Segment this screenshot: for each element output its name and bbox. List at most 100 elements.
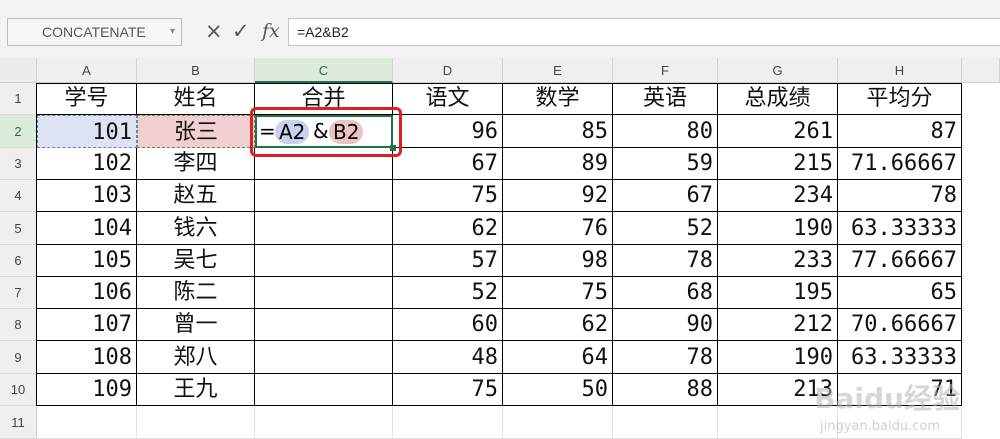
cell-d3[interactable]: 67 <box>393 148 503 180</box>
header-cell-d[interactable]: 语文 <box>393 83 503 115</box>
cell-d8[interactable]: 60 <box>393 309 503 341</box>
cell-e8[interactable]: 62 <box>503 309 613 341</box>
column-header-b[interactable]: B <box>137 58 255 83</box>
cell-d7[interactable]: 52 <box>393 277 503 309</box>
chevron-down-icon[interactable]: ▾ <box>170 19 175 45</box>
cell-e7[interactable]: 75 <box>503 277 613 309</box>
formula-input[interactable]: =A2&B2 <box>288 18 1000 46</box>
cell-e10[interactable]: 50 <box>503 374 613 406</box>
cell-e11[interactable] <box>503 406 613 439</box>
header-cell-f[interactable]: 英语 <box>613 83 718 115</box>
cell-e9[interactable]: 64 <box>503 341 613 374</box>
cell-g3[interactable]: 215 <box>718 148 838 180</box>
cell-g5[interactable]: 190 <box>718 212 838 245</box>
cell-d4[interactable]: 75 <box>393 180 503 212</box>
cell-g6[interactable]: 233 <box>718 245 838 277</box>
cell-b10[interactable]: 王九 <box>137 374 255 406</box>
cell-c7[interactable] <box>255 277 393 309</box>
cell-a7[interactable]: 106 <box>37 277 137 309</box>
header-cell-e[interactable]: 数学 <box>503 83 613 115</box>
check-icon[interactable]: ✓ <box>232 17 250 45</box>
column-header-h[interactable]: H <box>838 58 962 83</box>
cell-c11[interactable] <box>255 406 393 439</box>
select-all-corner[interactable] <box>0 58 37 83</box>
column-header-e[interactable]: E <box>503 58 613 83</box>
cell-g9[interactable]: 190 <box>718 341 838 374</box>
cell-c6[interactable] <box>255 245 393 277</box>
cell-g8[interactable]: 212 <box>718 309 838 341</box>
cell-f3[interactable]: 59 <box>613 148 718 180</box>
row-header-8[interactable]: 8 <box>0 309 37 341</box>
cell-c9[interactable] <box>255 341 393 374</box>
cell-h9[interactable]: 63.33333 <box>838 341 962 374</box>
cell-f6[interactable]: 78 <box>613 245 718 277</box>
cell-h3[interactable]: 71.66667 <box>838 148 962 180</box>
cell-f9[interactable]: 78 <box>613 341 718 374</box>
cell-d11[interactable] <box>393 406 503 439</box>
cell-a2[interactable]: 101 <box>37 115 137 148</box>
header-cell-b[interactable]: 姓名 <box>137 83 255 115</box>
cell-h4[interactable]: 78 <box>838 180 962 212</box>
cell-b8[interactable]: 曾一 <box>137 309 255 341</box>
cell-g2[interactable]: 261 <box>718 115 838 148</box>
cell-f4[interactable]: 67 <box>613 180 718 212</box>
cell-e2[interactable]: 85 <box>503 115 613 148</box>
cell-b2[interactable]: 张三 <box>137 115 255 148</box>
header-cell-a[interactable]: 学号 <box>37 83 137 115</box>
cell-e4[interactable]: 92 <box>503 180 613 212</box>
cell-h5[interactable]: 63.33333 <box>838 212 962 245</box>
header-cell-h[interactable]: 平均分 <box>838 83 962 115</box>
cell-e6[interactable]: 98 <box>503 245 613 277</box>
cell-a9[interactable]: 108 <box>37 341 137 374</box>
cell-d2[interactable]: 96 <box>393 115 503 148</box>
cell-b4[interactable]: 赵五 <box>137 180 255 212</box>
cell-h8[interactable]: 70.66667 <box>838 309 962 341</box>
cell-d10[interactable]: 75 <box>393 374 503 406</box>
row-header-1[interactable]: 1 <box>0 83 37 115</box>
cell-b6[interactable]: 吴七 <box>137 245 255 277</box>
cell-c5[interactable] <box>255 212 393 245</box>
row-header-5[interactable]: 5 <box>0 212 37 245</box>
cell-a11[interactable] <box>37 406 137 439</box>
cell-a3[interactable]: 102 <box>37 148 137 180</box>
cell-g7[interactable]: 195 <box>718 277 838 309</box>
row-header-7[interactable]: 7 <box>0 277 37 309</box>
column-header-a[interactable]: A <box>37 58 137 83</box>
cell-a10[interactable]: 109 <box>37 374 137 406</box>
cell-b7[interactable]: 陈二 <box>137 277 255 309</box>
header-cell-g[interactable]: 总成绩 <box>718 83 838 115</box>
column-header-c[interactable]: C <box>255 58 393 83</box>
row-header-6[interactable]: 6 <box>0 245 37 277</box>
cell-b11[interactable] <box>137 406 255 439</box>
cell-g4[interactable]: 234 <box>718 180 838 212</box>
cell-d9[interactable]: 48 <box>393 341 503 374</box>
cell-f2[interactable]: 80 <box>613 115 718 148</box>
cancel-icon[interactable]: × <box>205 17 223 45</box>
cell-c10[interactable] <box>255 374 393 406</box>
name-box[interactable]: CONCATENATE ▾ <box>7 18 182 46</box>
cell-a5[interactable]: 104 <box>37 212 137 245</box>
cell-f8[interactable]: 90 <box>613 309 718 341</box>
cell-a4[interactable]: 103 <box>37 180 137 212</box>
cell-b5[interactable]: 钱六 <box>137 212 255 245</box>
row-header-10[interactable]: 10 <box>0 374 37 406</box>
cell-b3[interactable]: 李四 <box>137 148 255 180</box>
cell-c4[interactable] <box>255 180 393 212</box>
cell-a6[interactable]: 105 <box>37 245 137 277</box>
row-header-2[interactable]: 2 <box>0 115 37 148</box>
cell-d6[interactable]: 57 <box>393 245 503 277</box>
row-header-3[interactable]: 3 <box>0 148 37 180</box>
cell-h2[interactable]: 87 <box>838 115 962 148</box>
cell-c8[interactable] <box>255 309 393 341</box>
row-header-4[interactable]: 4 <box>0 180 37 212</box>
cell-a8[interactable]: 107 <box>37 309 137 341</box>
column-header-f[interactable]: F <box>613 58 718 83</box>
cell-e3[interactable]: 89 <box>503 148 613 180</box>
column-header-d[interactable]: D <box>393 58 503 83</box>
function-icon[interactable]: fx <box>262 17 280 45</box>
cell-f11[interactable] <box>613 406 718 439</box>
cell-e5[interactable]: 76 <box>503 212 613 245</box>
cell-h6[interactable]: 77.66667 <box>838 245 962 277</box>
cell-f10[interactable]: 88 <box>613 374 718 406</box>
cell-d5[interactable]: 62 <box>393 212 503 245</box>
